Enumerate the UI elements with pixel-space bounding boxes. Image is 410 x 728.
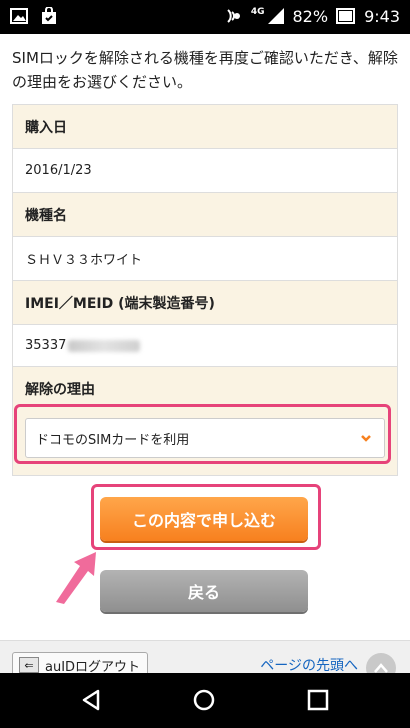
battery-percent: 82% — [292, 6, 329, 26]
logout-arrow-icon: ⇐ — [19, 657, 39, 673]
battery-icon — [336, 8, 356, 24]
select-highlight-frame — [14, 404, 391, 464]
model-label: 機種名 — [13, 193, 397, 237]
clock: 9:43 — [364, 6, 400, 26]
logout-label: auIDログアウト — [45, 659, 141, 675]
navigation-bar — [0, 673, 410, 728]
status-bar: 4G 82% 9:43 — [0, 0, 410, 34]
home-nav-icon[interactable] — [193, 689, 215, 711]
imei-value: 35337 — [13, 325, 397, 367]
image-icon — [10, 8, 28, 24]
recents-nav-icon[interactable] — [307, 689, 329, 711]
back-nav-icon[interactable] — [80, 689, 102, 711]
imei-visible-digits: 35337 — [25, 338, 67, 353]
imei-redacted — [68, 339, 141, 352]
signal-icon — [267, 8, 284, 24]
model-value: ＳＨＶ３３ホワイト — [13, 237, 397, 281]
purchase-date-value: 2016/1/23 — [13, 149, 397, 193]
network-type: 4G — [250, 7, 265, 17]
back-button[interactable]: 戻る — [100, 570, 308, 612]
shopping-bag-icon — [42, 7, 56, 24]
submit-button[interactable]: この内容で申し込む — [100, 497, 308, 541]
page-top-link[interactable]: ページの先頭へ — [260, 655, 358, 675]
page-footer: ⇐ auIDログアウト ページの先頭へ — [0, 640, 410, 683]
device-info-table: 購入日 2016/1/23 機種名 ＳＨＶ３３ホワイト IMEI／MEID (端… — [12, 104, 398, 412]
imei-label: IMEI／MEID (端末製造番号) — [13, 281, 397, 325]
nfc-icon — [227, 9, 240, 23]
intro-text: SIMロックを解除される機種を再度ご確認いただき、解除の理由をお選びください。 — [12, 49, 398, 91]
pointer-arrow-icon — [56, 552, 96, 604]
purchase-date-label: 購入日 — [13, 105, 397, 149]
